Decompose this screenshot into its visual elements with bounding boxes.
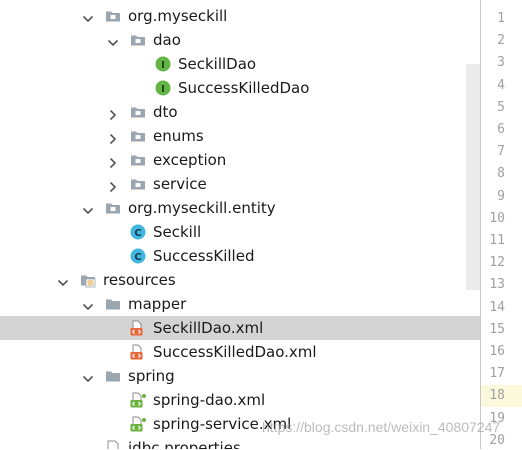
line-number: 13 [489, 277, 505, 293]
tree-item-label: spring-dao.xml [153, 391, 266, 409]
folder-icon [105, 368, 121, 384]
tree-item-label: jdbc.properties [128, 439, 241, 449]
line-number: 1 [497, 11, 505, 26]
tree-item-jdbc-properties[interactable]: jdbc.properties [0, 436, 480, 449]
tree-item-label: service [153, 175, 207, 193]
line-number: 8 [497, 166, 505, 182]
tree-item-label: SeckillDao.xml [153, 319, 264, 337]
interface-icon: I [155, 80, 171, 96]
line-number: 2 [497, 33, 505, 49]
tree-item-label: SuccessKilledDao.xml [153, 343, 317, 361]
tree-item-exception[interactable]: exception [0, 148, 480, 172]
folder-icon [105, 296, 121, 312]
tree-item-label: enums [153, 127, 204, 145]
interface-icon: I [155, 56, 171, 72]
tree-item-enums[interactable]: enums [0, 124, 480, 148]
svg-text:C: C [134, 252, 141, 263]
class-icon: C [130, 248, 146, 264]
chevron-down-icon[interactable] [82, 370, 94, 383]
line-number-gutter: 1 2 3 4 5 6 7 8 9 10 11 12 13 14 15 16 17 18 19 20 [481, 0, 522, 449]
chevron-down-icon[interactable] [57, 274, 69, 287]
spring-xml-file-icon [130, 392, 146, 408]
package-icon [130, 104, 146, 120]
line-number: 7 [497, 144, 505, 160]
tree-item-label: SuccessKilledDao [178, 79, 310, 97]
tree-item-spring[interactable]: spring [0, 364, 480, 388]
tree-item-seckill[interactable]: C Seckill [0, 220, 480, 244]
package-icon [105, 8, 121, 24]
tree-item-org-myseckill[interactable]: org.myseckill [0, 4, 480, 28]
tree-item-label: org.myseckill [128, 7, 228, 25]
tree-item-label: exception [153, 151, 227, 169]
line-number: 3 [497, 55, 505, 71]
chevron-right-icon[interactable] [107, 154, 119, 169]
chevron-right-icon[interactable] [107, 178, 119, 193]
line-number: 10 [489, 210, 505, 226]
chevron-down-icon[interactable] [82, 202, 94, 215]
tree-item-successkilleddao-xml[interactable]: SuccessKilledDao.xml [0, 340, 480, 364]
svg-text:I: I [161, 60, 165, 71]
line-number: 14 [489, 299, 505, 315]
chevron-right-icon[interactable] [107, 130, 119, 145]
chevron-down-icon[interactable] [82, 298, 94, 311]
package-icon [130, 152, 146, 168]
tree-item-label: org.myseckill.entity [128, 199, 276, 217]
tree-item-service[interactable]: service [0, 172, 480, 196]
tree-item-spring-dao-xml[interactable]: spring-dao.xml [0, 388, 480, 412]
tree-item-dao[interactable]: dao [0, 28, 480, 52]
line-number: 5 [497, 99, 505, 115]
tree-item-label: spring [128, 367, 175, 385]
tree-item-org-myseckill-entity[interactable]: org.myseckill.entity [0, 196, 480, 220]
tree-item-label: resources [103, 271, 176, 289]
class-icon: C [130, 224, 146, 240]
line-number: 12 [489, 255, 505, 271]
package-icon [130, 128, 146, 144]
line-number: 9 [497, 188, 505, 204]
tree-item-successkilleddao[interactable]: I SuccessKilledDao [0, 76, 480, 100]
tree-item-seckilldao[interactable]: I SeckillDao [0, 52, 480, 76]
tree-item-label: mapper [128, 295, 187, 313]
chevron-down-icon[interactable] [107, 34, 119, 47]
tree-item-mapper[interactable]: mapper [0, 292, 480, 316]
chevron-right-icon[interactable] [107, 106, 119, 121]
line-number: 17 [489, 366, 505, 382]
line-number: 11 [489, 233, 505, 248]
package-icon [130, 176, 146, 192]
tree-item-seckilldao-xml[interactable]: SeckillDao.xml [0, 316, 480, 340]
line-number: 18 [489, 388, 505, 404]
tree-item-dto[interactable]: dto [0, 100, 480, 124]
properties-file-icon [105, 440, 121, 449]
line-number: 16 [489, 344, 505, 359]
spring-xml-file-icon [130, 416, 146, 432]
resources-folder-icon [80, 272, 96, 288]
package-icon [105, 200, 121, 216]
tree-item-label: dao [153, 31, 181, 49]
line-number: 6 [497, 122, 505, 137]
tree-item-label: SeckillDao [178, 55, 257, 73]
project-tree: org.myseckill dao I SeckillDao I SuccessKille… [0, 0, 480, 449]
tree-item-label: Seckill [153, 223, 202, 241]
svg-text:I: I [161, 84, 165, 95]
xml-file-icon [130, 320, 146, 336]
tree-item-label: dto [153, 103, 178, 121]
tree-item-label: SuccessKilled [153, 247, 255, 265]
tree-item-resources[interactable]: resources [0, 268, 480, 292]
svg-text:C: C [134, 228, 141, 239]
package-icon [130, 32, 146, 48]
line-number: 4 [497, 77, 505, 93]
xml-file-icon [130, 344, 146, 360]
watermark: https://blog.csdn.net/weixin_40807247 [262, 419, 501, 435]
tree-item-successkilled[interactable]: C SuccessKilled [0, 244, 480, 268]
chevron-down-icon[interactable] [82, 10, 94, 23]
line-number: 15 [489, 321, 505, 337]
